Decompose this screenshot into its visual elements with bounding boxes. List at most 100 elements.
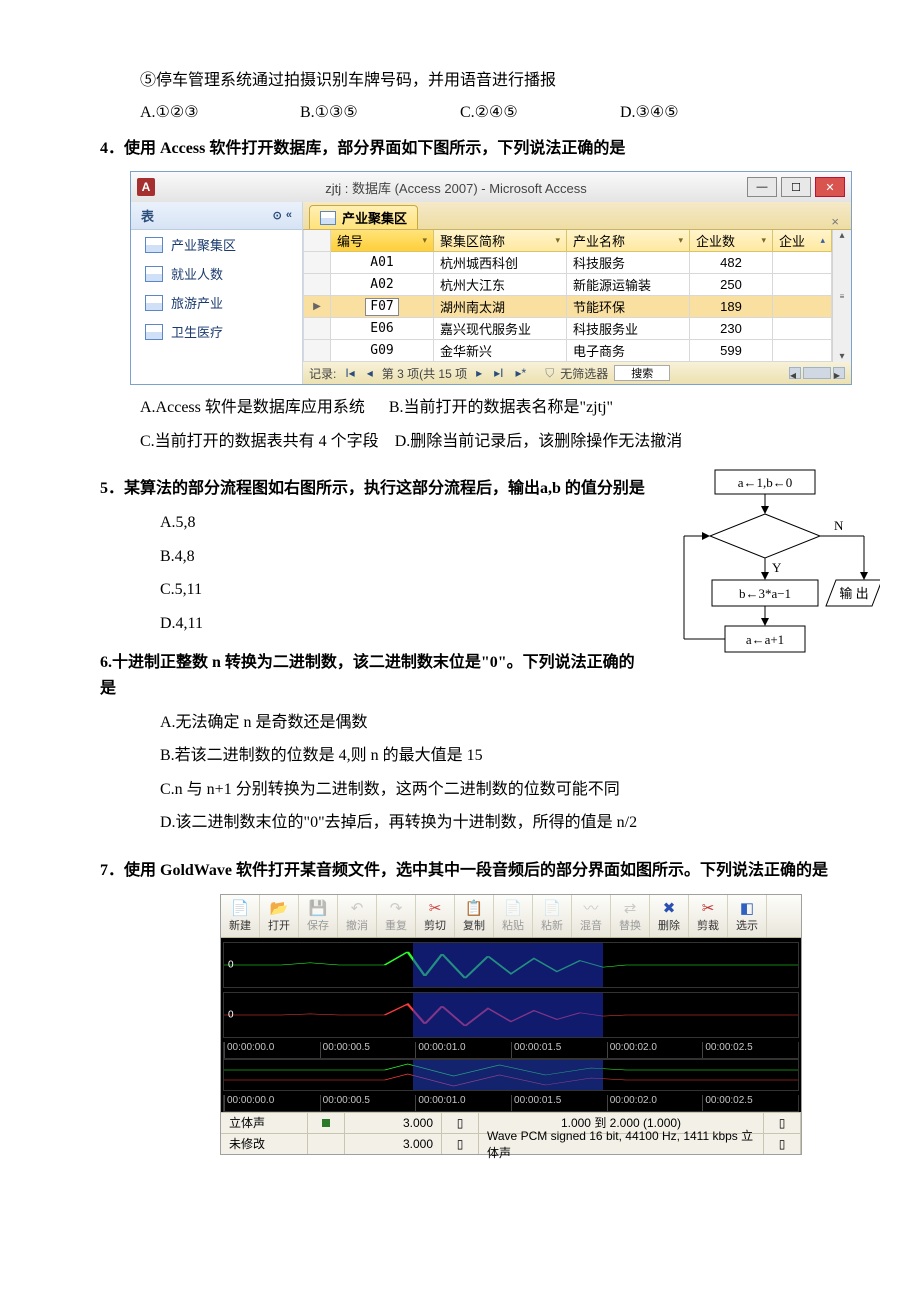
toolbar-icon: 📄 xyxy=(221,899,259,917)
next-record-button[interactable]: ▸ xyxy=(473,366,485,380)
access-window: A zjtj : 数据库 (Access 2007) - Microsoft A… xyxy=(130,171,852,385)
row-selector[interactable] xyxy=(303,252,331,274)
toolbar-新建[interactable]: 📄新建 xyxy=(221,895,260,937)
col-id[interactable]: 编号▾ xyxy=(331,230,434,252)
toolbar-icon: 📋 xyxy=(455,899,493,917)
toolbar-icon: ↶ xyxy=(338,899,376,917)
nav-item-health[interactable]: 卫生医疗 xyxy=(131,317,302,346)
q3-item5: ⑤停车管理系统通过拍摄识别车牌号码，并用语音进行播报 xyxy=(100,68,880,94)
row-selector-header[interactable] xyxy=(303,230,331,252)
track-overview[interactable] xyxy=(223,1059,799,1091)
access-titlebar: A zjtj : 数据库 (Access 2007) - Microsoft A… xyxy=(131,172,851,202)
track-left[interactable]: 0 xyxy=(223,942,799,988)
filter-label: 无筛选器 xyxy=(560,365,608,382)
record-label: 记录: xyxy=(309,365,336,382)
toolbar-icon: 📄 xyxy=(494,899,532,917)
status-format: Wave PCM signed 16 bit, 44100 Hz, 1411 k… xyxy=(479,1134,764,1154)
marker-icon: ▯ xyxy=(764,1113,801,1133)
toolbar-label: 重复 xyxy=(377,917,415,933)
last-record-button[interactable]: ▸I xyxy=(491,366,506,380)
table-row[interactable]: A01杭州城西科创科技服务482 xyxy=(303,252,832,274)
q4-opt-a: A.Access 软件是数据库应用系统 xyxy=(140,399,365,416)
ruler-tick: 00:00:00.5 xyxy=(320,1042,416,1058)
nav-header[interactable]: 表 ⊙ « xyxy=(131,202,302,230)
table-row[interactable]: A02杭州大江东新能源运输装250 xyxy=(303,274,832,296)
collapse-icon[interactable]: « xyxy=(286,209,292,222)
col-extra[interactable]: 企业▴ xyxy=(773,230,832,252)
row-selector[interactable]: ▶ xyxy=(303,296,331,318)
data-grid[interactable]: 编号▾ 聚集区简称▾ 产业名称▾ 企业数▾ 企业▴ A01杭州城西科创科技服务4… xyxy=(303,230,832,362)
active-tab[interactable]: 产业聚集区 xyxy=(309,205,418,229)
toolbar-重复: ↷重复 xyxy=(377,895,416,937)
track-right[interactable]: 0 xyxy=(223,992,799,1038)
toolbar-删除[interactable]: ✖删除 xyxy=(650,895,689,937)
close-button[interactable]: ✕ xyxy=(815,177,845,197)
toolbar-复制[interactable]: 📋复制 xyxy=(455,895,494,937)
access-logo-icon: A xyxy=(137,178,155,196)
toolbar-label: 剪切 xyxy=(416,917,454,933)
table-row[interactable]: E06嘉兴现代服务业科技服务业230 xyxy=(303,318,832,340)
row-selector[interactable] xyxy=(303,318,331,340)
row-selector[interactable] xyxy=(303,340,331,362)
goldwave-status: 立体声 3.000 ▯ 1.000 到 2.000 (1.000) ▯ 未修改 … xyxy=(221,1112,801,1154)
col-count[interactable]: 企业数▾ xyxy=(690,230,773,252)
horizontal-scrollbar[interactable]: ◂▸ xyxy=(789,367,845,379)
play-icon[interactable] xyxy=(308,1113,345,1133)
q7-title: 7．使用 GoldWave 软件打开某音频文件，选中其中一段音频后的部分界面如图… xyxy=(100,858,880,884)
q6-opt-d: D.该二进制数末位的"0"去掉后，再转换为十进制数，所得的值是 n/2 xyxy=(100,810,650,836)
toolbar-打开[interactable]: 📂打开 xyxy=(260,895,299,937)
table-row[interactable]: G09金华新兴电子商务599 xyxy=(303,340,832,362)
flow-b: b←3*a−1 xyxy=(739,586,791,601)
row-selector[interactable] xyxy=(303,274,331,296)
ruler-tick: 00:00:02.0 xyxy=(607,1095,703,1111)
toolbar-剪裁[interactable]: ✂剪裁 xyxy=(689,895,728,937)
ruler-tick: 00:00:00.0 xyxy=(224,1095,320,1111)
q5-opt-c: C.5,11 xyxy=(100,577,650,603)
toolbar-icon: 💾 xyxy=(299,899,337,917)
tab-strip: 产业聚集区 × xyxy=(303,202,851,230)
flow-n: N xyxy=(834,518,844,533)
flow-a: a←a+1 xyxy=(746,632,784,647)
ruler-tick: 00:00:00.5 xyxy=(320,1095,416,1111)
vertical-scrollbar[interactable]: ▴≡▾ xyxy=(832,230,851,362)
table-row[interactable]: ▶F07湖州南太湖节能环保189 xyxy=(303,296,832,318)
table-icon xyxy=(145,295,163,311)
filter-icon[interactable]: ⛉ xyxy=(545,366,554,381)
nav-item-tourism[interactable]: 旅游产业 xyxy=(131,288,302,317)
table-icon xyxy=(320,211,336,225)
q4-options-row1: A.Access 软件是数据库应用系统 B.当前打开的数据表名称是"zjtj" xyxy=(100,395,880,421)
q4-opt-b: B.当前打开的数据表名称是"zjtj" xyxy=(389,399,613,416)
new-record-button[interactable]: ▸* xyxy=(512,366,529,380)
zero-label: 0 xyxy=(228,1009,234,1020)
record-navigator: 记录: I◂ ◂ 第 3 项(共 15 项 ▸ ▸I ▸* ⛉ 无筛选器 ◂▸ xyxy=(303,362,851,384)
maximize-button[interactable]: ☐ xyxy=(781,177,811,197)
toolbar-混音: 〰混音 xyxy=(572,895,611,937)
toolbar-label: 粘贴 xyxy=(494,917,532,933)
waveform-area[interactable]: 0 0 00:00:00.000:00:00.500:00:01.000:00:… xyxy=(221,938,801,1112)
q6-title: 6.十进制正整数 n 转换为二进制数，该二进制数末位是"0"。下列说法正确的是 xyxy=(100,650,650,701)
chevron-down-icon[interactable]: ⊙ xyxy=(273,209,282,222)
toolbar-label: 保存 xyxy=(299,917,337,933)
toolbar-label: 剪裁 xyxy=(689,917,727,933)
q5-opt-a: A.5,8 xyxy=(100,510,650,536)
tab-close-icon[interactable]: × xyxy=(831,214,845,229)
status-mode: 立体声 xyxy=(221,1113,308,1133)
nav-item-cluster[interactable]: 产业聚集区 xyxy=(131,230,302,259)
search-input[interactable] xyxy=(614,365,670,381)
q6-opt-c: C.n 与 n+1 分别转换为二进制数，这两个二进制数的位数可能不同 xyxy=(100,777,650,803)
marker-icon: ▯ xyxy=(764,1134,801,1154)
first-record-button[interactable]: I◂ xyxy=(342,366,357,380)
col-abbr[interactable]: 聚集区简称▾ xyxy=(434,230,567,252)
q4-options-row2: C.当前打开的数据表共有 4 个字段 D.删除当前记录后，该删除操作无法撤消 xyxy=(100,429,880,455)
prev-record-button[interactable]: ◂ xyxy=(364,366,376,380)
zero-label: 0 xyxy=(228,959,234,970)
nav-header-label: 表 xyxy=(141,206,154,225)
col-industry[interactable]: 产业名称▾ xyxy=(567,230,690,252)
toolbar-保存: 💾保存 xyxy=(299,895,338,937)
toolbar-剪切[interactable]: ✂剪切 xyxy=(416,895,455,937)
minimize-button[interactable]: — xyxy=(747,177,777,197)
toolbar-选示[interactable]: ◧选示 xyxy=(728,895,767,937)
nav-item-employment[interactable]: 就业人数 xyxy=(131,259,302,288)
toolbar-icon: ↷ xyxy=(377,899,415,917)
ruler-tick: 00:00:01.5 xyxy=(511,1042,607,1058)
